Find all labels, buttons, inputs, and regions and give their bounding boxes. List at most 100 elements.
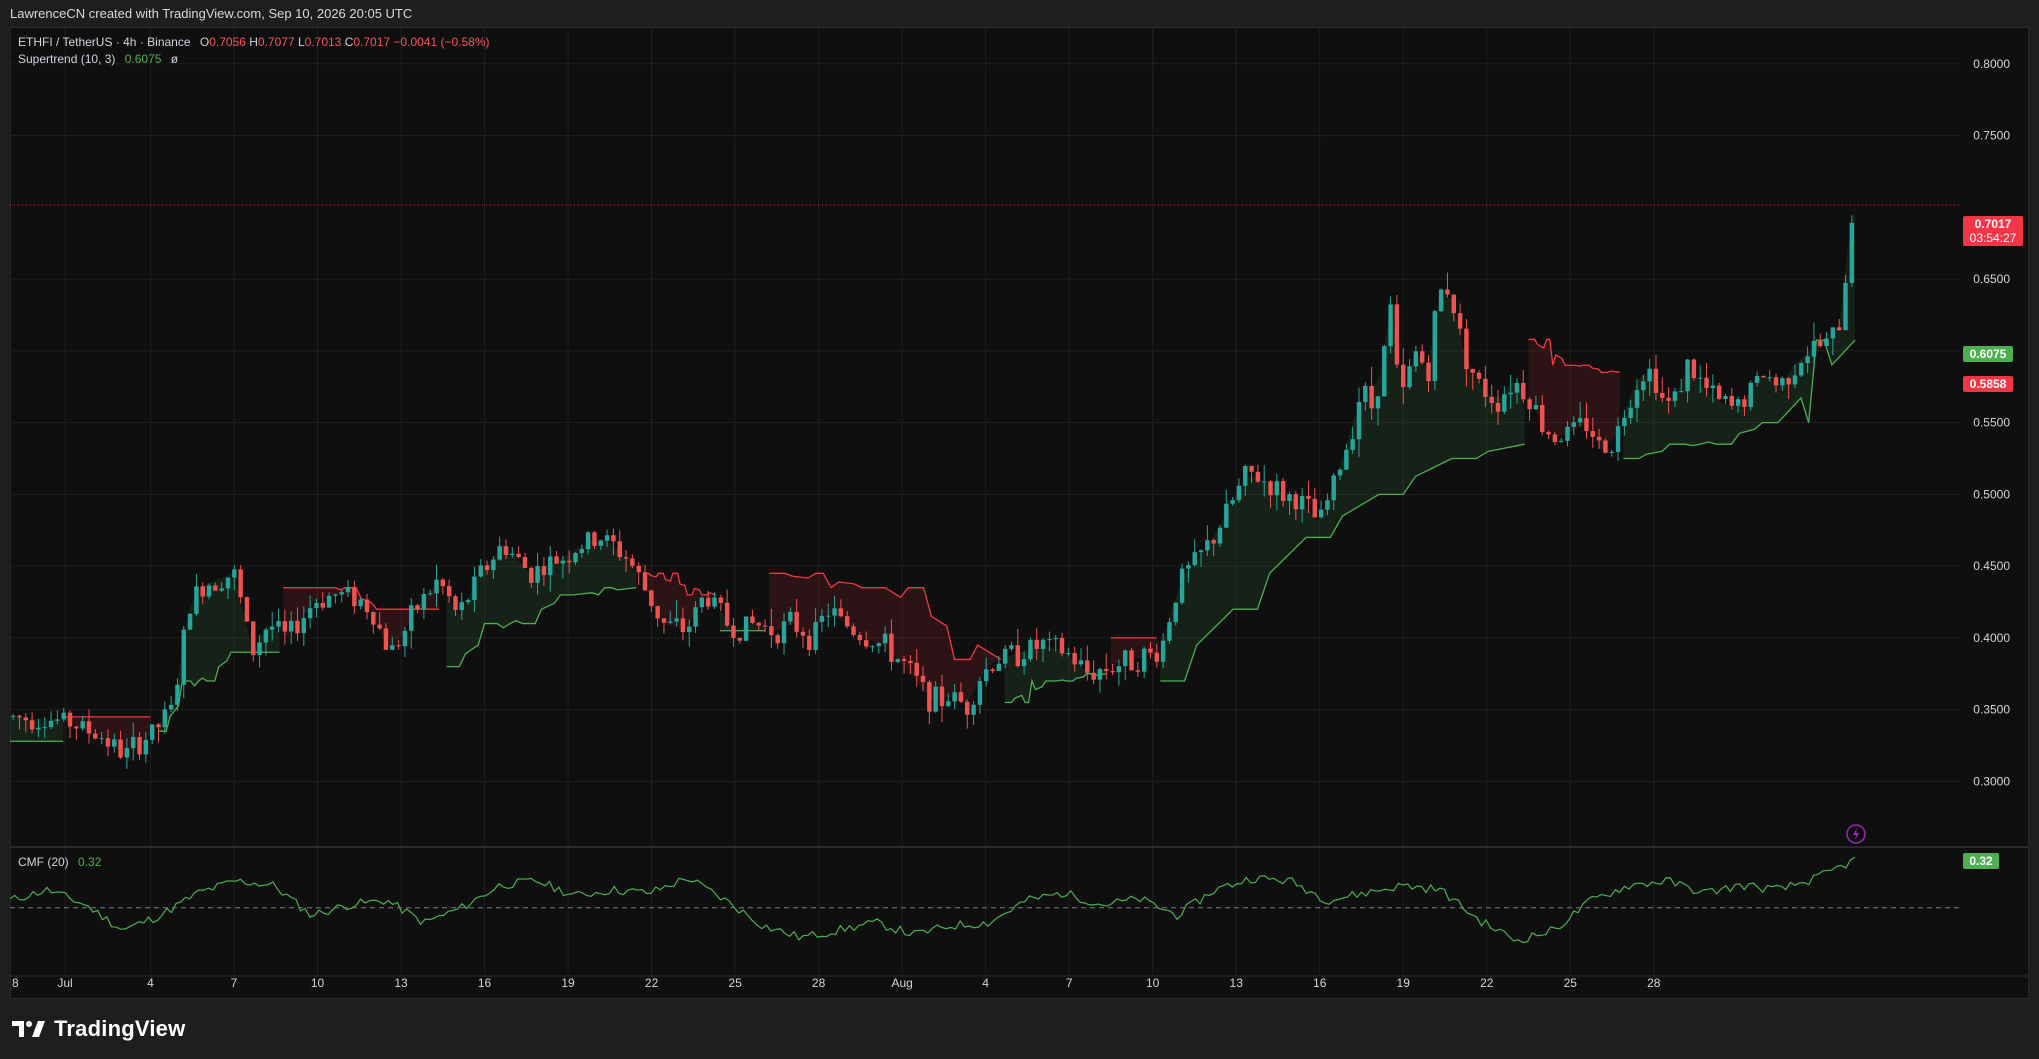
x-tick-label: 22	[1480, 976, 1494, 990]
candle-body	[705, 597, 711, 607]
candle-body	[851, 626, 856, 635]
candle-body	[1091, 672, 1096, 680]
candle-body	[535, 566, 540, 583]
indicator-legend[interactable]: Supertrend (10, 3) 0.6075 ø	[18, 52, 178, 66]
candle-body	[48, 720, 54, 728]
candle-body	[674, 618, 679, 622]
candle-body	[1021, 659, 1027, 667]
candle-body	[440, 579, 446, 587]
candle-body	[112, 739, 117, 747]
cmf-legend[interactable]: CMF (20) 0.32	[18, 855, 101, 869]
candle-body	[1647, 368, 1652, 382]
candle-body	[213, 585, 218, 591]
price-chart[interactable]: 0.80000.75000.65000.60000.55000.50000.45…	[0, 0, 2039, 1000]
candle-body	[1495, 402, 1501, 412]
candle-body	[895, 659, 900, 662]
candle-body	[1167, 622, 1172, 641]
candle-body	[743, 616, 749, 641]
candle-body	[137, 737, 142, 755]
candle-body	[1691, 359, 1697, 379]
x-tick-label: 4	[147, 976, 154, 990]
candle-body	[263, 629, 269, 643]
candle-body	[1502, 394, 1507, 412]
supertrend-fill	[1623, 204, 1855, 459]
candle-body	[566, 560, 572, 563]
candle-body	[952, 692, 957, 702]
candle-body	[149, 724, 155, 740]
candle-body	[1230, 500, 1235, 504]
candle-body	[958, 692, 964, 702]
candle-body	[1679, 391, 1684, 393]
candle-body	[1268, 481, 1273, 496]
candle-body	[200, 586, 205, 597]
candle-body	[1148, 648, 1153, 653]
candle-body	[1748, 382, 1753, 408]
candle-body	[977, 681, 983, 705]
candle-body	[232, 569, 237, 578]
candle-body	[680, 618, 686, 633]
candle-body	[1710, 385, 1716, 389]
candle-body	[307, 608, 313, 619]
candle-body	[1761, 376, 1766, 378]
candle-body	[1350, 439, 1355, 450]
candle-body	[1306, 495, 1311, 499]
candle-body	[364, 599, 370, 613]
candle-body	[1596, 436, 1602, 441]
candle-body	[181, 629, 186, 685]
candle-body	[396, 645, 401, 647]
candle-body	[630, 558, 635, 566]
candle-body	[402, 630, 408, 647]
candle-body	[832, 608, 837, 616]
y-tick-label: 0.4000	[1973, 631, 2010, 645]
candle-body	[497, 546, 502, 560]
candle-body	[1824, 338, 1829, 347]
candle-body	[168, 704, 174, 710]
candle-body	[1097, 669, 1103, 680]
candle-body	[983, 669, 989, 682]
candle-body	[194, 586, 199, 614]
candle-body	[23, 717, 29, 721]
candle-body	[74, 726, 79, 729]
candle-body	[781, 621, 787, 644]
candle-body	[756, 622, 761, 626]
candle-body	[1401, 364, 1406, 388]
candle-body	[522, 557, 528, 568]
x-tick-label: 19	[561, 976, 575, 990]
candle-body	[908, 660, 913, 663]
candle-body	[1085, 660, 1090, 673]
candle-body	[1584, 418, 1589, 432]
symbol-name[interactable]: ETHFI / TetherUS · 4h · Binance	[18, 35, 191, 49]
candle-body	[807, 635, 812, 650]
grid-lines	[9, 28, 1960, 975]
candle-body	[1375, 396, 1381, 409]
candle-body	[876, 643, 882, 647]
candle-body	[1287, 494, 1292, 501]
brand-logo[interactable]: TradingView	[12, 1016, 185, 1042]
candle-body	[1552, 434, 1558, 442]
candle-body	[946, 701, 951, 707]
candle-body	[358, 599, 363, 607]
candle-body	[548, 556, 553, 576]
candle-body	[1040, 639, 1046, 649]
candle-body	[1754, 376, 1760, 383]
candle-body	[124, 748, 130, 758]
supertrend-up-tag: 0.6075	[1963, 346, 2013, 362]
candle-body	[1135, 670, 1141, 672]
candle-body	[61, 712, 66, 720]
candle-body	[225, 577, 231, 589]
candle-body	[731, 625, 736, 638]
candle-body	[1072, 653, 1077, 665]
candle-body	[1615, 426, 1621, 452]
candle-body	[238, 569, 243, 598]
candle-body	[1394, 304, 1400, 365]
candle-body	[687, 626, 692, 633]
supertrend-fill	[283, 580, 439, 649]
candle-body	[718, 597, 724, 603]
candle-body	[1476, 372, 1482, 379]
candle-body	[927, 682, 932, 712]
candle-body	[1249, 466, 1254, 472]
candle-body	[1723, 396, 1728, 399]
candle-body	[1767, 377, 1772, 379]
candle-body	[1160, 640, 1166, 662]
candle-body	[996, 663, 1002, 671]
